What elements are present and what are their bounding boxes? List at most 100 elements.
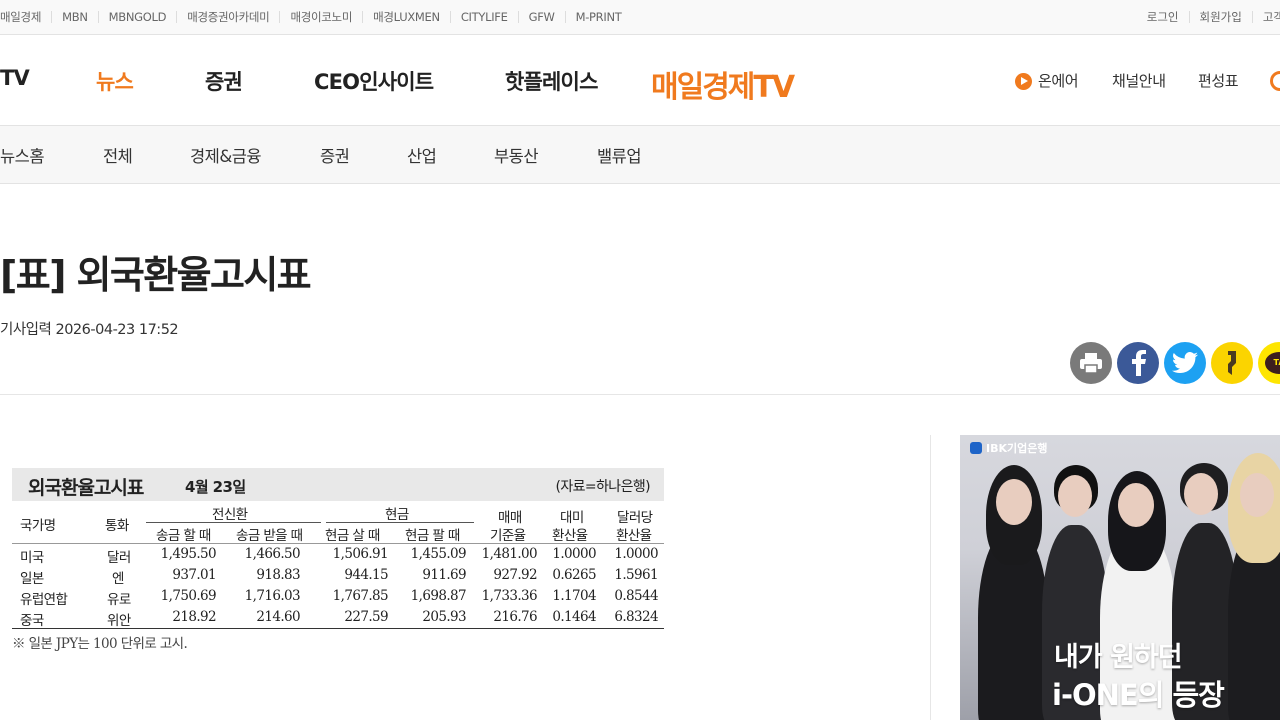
twitter-bird-icon (1172, 352, 1198, 374)
family-link-gfw[interactable]: GFW (517, 11, 565, 23)
ad-brand: IBK기업은행 (970, 440, 1047, 456)
channel-guide-link[interactable]: 채널안내 (1112, 70, 1166, 91)
top-utility-bar: 매일경제 MBN MBNGOLD 매경증권아카데미 매경이코노미 매경LUXME… (0, 0, 1280, 35)
customer-link[interactable]: 고객 (1251, 11, 1280, 23)
nav-item-news[interactable]: 뉴스 (96, 66, 134, 96)
family-link-economy[interactable]: 매경이코노미 (279, 11, 362, 23)
header-telegraphic: 전신환 (212, 507, 248, 523)
onair-link[interactable]: 온에어 (1038, 70, 1079, 91)
table-bottom-rule (12, 628, 664, 629)
nav-item-stocks[interactable]: 증권 (205, 66, 243, 96)
subnav-industry[interactable]: 산업 (407, 143, 437, 167)
header-bottom-rule (12, 543, 664, 544)
row-per-usd: 1.5961 (614, 567, 658, 583)
article-title: [표] 외국환율고시표 (0, 253, 312, 297)
row-usd: 0.6265 (552, 567, 596, 583)
row-tt-receive: 918.83 (256, 567, 300, 583)
subnav-news-home[interactable]: 뉴스홈 (0, 143, 45, 167)
ad-brand-label: IBK기업은행 (986, 442, 1048, 455)
header-rule-telegraphic (146, 522, 321, 523)
header-currency: 통화 (105, 518, 129, 534)
row-currency: 유로 (107, 592, 131, 608)
site-logo[interactable]: 매일경제TV (651, 62, 795, 106)
onair-play-icon (1015, 73, 1032, 90)
print-button[interactable] (1070, 342, 1112, 384)
family-link-luxmen[interactable]: 매경LUXMEN (362, 11, 450, 23)
header-cash-sell: 현금 팔 때 (405, 528, 460, 544)
row-tt-send: 1,495.50 (160, 546, 217, 562)
schedule-link[interactable]: 편성표 (1198, 70, 1239, 91)
row-cash-sell: 1,455.09 (410, 546, 467, 562)
row-usd: 0.1464 (552, 609, 596, 625)
header-cash-buy: 현금 살 때 (325, 528, 380, 544)
signup-link[interactable]: 회원가입 (1188, 11, 1252, 23)
header-divider (0, 394, 1280, 395)
header-base-line1: 매매 (498, 510, 522, 526)
row-cash-buy: 1,506.91 (332, 546, 389, 562)
subnav-stocks[interactable]: 증권 (320, 143, 350, 167)
kakaotalk-share-button[interactable]: TA (1258, 342, 1280, 384)
family-link-mprint[interactable]: M-PRINT (564, 11, 632, 23)
ad-headline-line1: 내가 원하던 (1054, 642, 1183, 673)
family-link-mbngold[interactable]: MBNGOLD (97, 11, 177, 23)
ibk-advertisement[interactable]: IBK기업은행 내가 원하던 i-ONE의 등장 (960, 435, 1280, 720)
exchange-rate-table-image: 외국환율고시표 4월 23일 (자료=하나은행) 국가명 통화 전신환 현금 송… (10, 466, 666, 656)
row-base: 927.92 (493, 567, 537, 583)
row-cash-buy: 944.15 (344, 567, 388, 583)
printer-icon (1080, 353, 1102, 374)
ad-face (996, 479, 1032, 525)
ibk-logo-icon (970, 442, 982, 454)
row-cash-buy: 1,767.85 (332, 588, 389, 604)
article-dateline: 기사입력 2026-04-23 17:52 (0, 318, 179, 339)
row-country: 일본 (20, 571, 44, 587)
row-currency: 엔 (112, 571, 124, 587)
row-country: 유럽연합 (20, 592, 68, 608)
facebook-icon (1132, 350, 1146, 376)
family-site-links: 매일경제 MBN MBNGOLD 매경증권아카데미 매경이코노미 매경LUXME… (0, 0, 632, 34)
account-links: 로그인 회원가입 고객 (1137, 0, 1280, 34)
row-currency: 달러 (107, 550, 131, 566)
nav-item-ceo-insight[interactable]: CEO인사이트 (314, 66, 434, 96)
family-link-mbn[interactable]: MBN (51, 11, 98, 23)
subnav-all[interactable]: 전체 (103, 143, 133, 167)
row-base: 1,733.36 (481, 588, 538, 604)
header-rule-cash (326, 522, 474, 523)
row-usd: 1.0000 (552, 546, 596, 562)
row-country: 중국 (20, 613, 44, 629)
family-link-citylife[interactable]: CITYLIFE (449, 11, 518, 23)
family-link-mk[interactable]: 매일경제 (0, 11, 51, 23)
ad-face (1058, 475, 1092, 517)
header-per-usd-line2: 환산율 (616, 528, 652, 544)
subnav-economy-finance[interactable]: 경제&금융 (190, 143, 262, 167)
row-tt-send: 218.92 (172, 609, 216, 625)
subnav-real-estate[interactable]: 부동산 (494, 143, 539, 167)
facebook-share-button[interactable] (1117, 342, 1159, 384)
nav-item-hot-place[interactable]: 핫플레이스 (505, 66, 598, 96)
main-navigation: TV 뉴스 증권 CEO인사이트 핫플레이스 매일경제TV 온에어 채널안내 편… (0, 35, 1280, 126)
ad-headline-line2: i-ONE의 등장 (1052, 678, 1225, 712)
table-title: 외국환율고시표 (28, 477, 144, 499)
kakaostory-icon (1228, 351, 1236, 375)
ad-face (1240, 473, 1274, 517)
column-divider (930, 435, 931, 720)
news-sub-navigation: 뉴스홈 전체 경제&금융 증권 산업 부동산 밸류업 (0, 126, 1280, 184)
twitter-share-button[interactable] (1164, 342, 1206, 384)
publish-date: 2026-04-23 17:52 (55, 322, 179, 338)
nav-item-tv[interactable]: TV (0, 66, 30, 90)
kakaostory-share-button[interactable] (1211, 342, 1253, 384)
row-country: 미국 (20, 550, 44, 566)
row-tt-receive: 1,466.50 (244, 546, 301, 562)
login-link[interactable]: 로그인 (1137, 11, 1189, 23)
row-per-usd: 6.8324 (614, 609, 658, 625)
row-tt-receive: 1,716.03 (244, 588, 301, 604)
subnav-value-up[interactable]: 밸류업 (597, 143, 642, 167)
ad-face (1118, 483, 1154, 527)
kakaotalk-icon: TA (1265, 352, 1280, 374)
row-cash-sell: 911.69 (422, 567, 466, 583)
row-tt-send: 1,750.69 (160, 588, 217, 604)
table-footnote: ※ 일본 JPY는 100 단위로 고시. (12, 636, 188, 652)
header-base-line2: 기준율 (490, 528, 526, 544)
row-currency: 위안 (107, 613, 131, 629)
family-link-academy[interactable]: 매경증권아카데미 (176, 11, 279, 23)
header-usd-line2: 환산율 (552, 528, 588, 544)
